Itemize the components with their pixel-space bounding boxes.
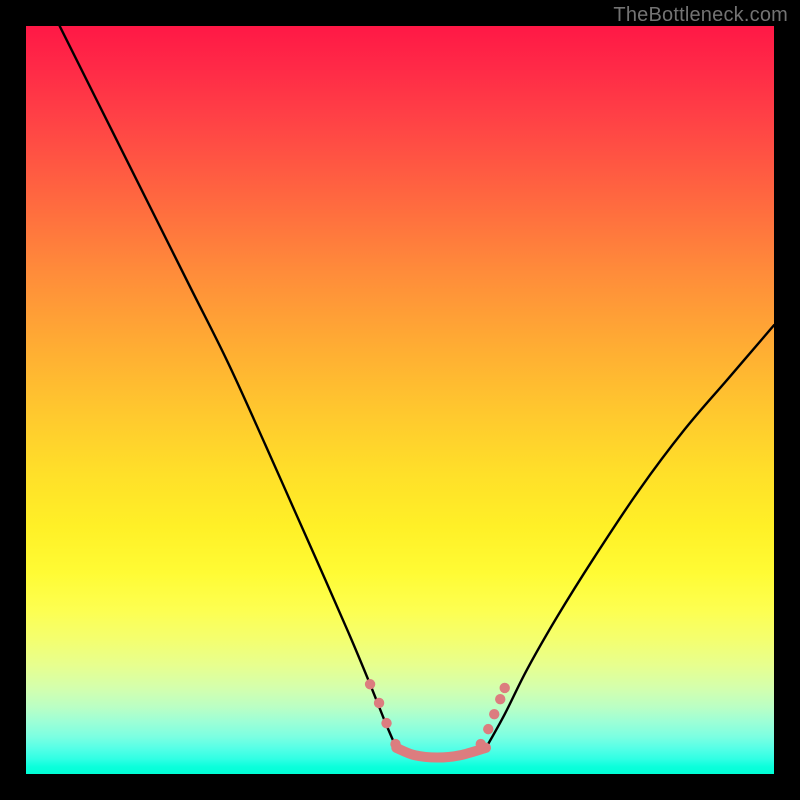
- marker-dot: [374, 698, 384, 708]
- series-floor-band: [396, 748, 486, 758]
- marker-dot: [390, 739, 400, 749]
- chart-svg: [26, 26, 774, 774]
- series-right-curve: [486, 325, 774, 748]
- marker-dot: [381, 718, 391, 728]
- marker-dot: [476, 739, 486, 749]
- series-left-curve: [60, 26, 397, 748]
- marker-dot: [483, 724, 493, 734]
- plot-area: [26, 26, 774, 774]
- marker-dot: [365, 679, 375, 689]
- marker-dot: [489, 709, 499, 719]
- marker-dot: [500, 683, 510, 693]
- marker-dot: [495, 694, 505, 704]
- chart-frame: TheBottleneck.com: [0, 0, 800, 800]
- attribution-label: TheBottleneck.com: [613, 4, 788, 27]
